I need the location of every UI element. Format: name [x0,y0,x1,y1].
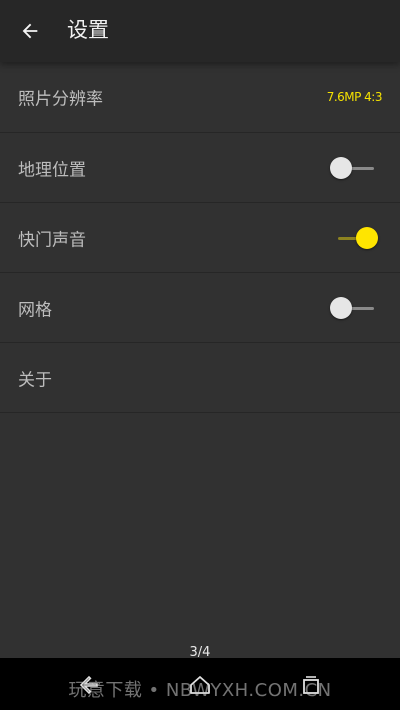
setting-location[interactable]: 地理位置 [0,133,400,203]
setting-about[interactable]: 关于 [0,343,400,413]
arrow-back-icon [22,23,38,39]
setting-grid[interactable]: 网格 [0,273,400,343]
setting-shutter-sound[interactable]: 快门声音 [0,203,400,273]
settings-list: 照片分辨率 7.6MP 4:3 地理位置 快门声音 网格 关于 [0,62,400,413]
system-nav-bar [0,658,400,710]
page-title: 设置 [67,18,109,42]
nav-back-icon [79,675,98,695]
nav-home-icon [190,676,210,694]
setting-label: 照片分辨率 [18,89,103,110]
setting-label: 快门声音 [18,230,86,250]
grid-toggle[interactable] [330,296,374,320]
setting-label: 地理位置 [18,160,86,180]
nav-recents-icon [303,676,319,694]
nav-recents-button[interactable] [296,670,326,700]
toggle-thumb [356,226,378,249]
nav-home-button[interactable] [185,670,215,700]
toggle-thumb [330,156,352,179]
setting-photo-resolution[interactable]: 照片分辨率 7.6MP 4:3 [0,62,400,133]
resolution-value: 7.6MP 4:3 [326,90,383,104]
shutter-sound-toggle[interactable] [334,226,378,250]
nav-back-button[interactable] [74,670,104,700]
top-app-bar: 设置 [0,0,400,62]
page-indicator: 3/4 [189,645,211,660]
back-button[interactable] [12,13,48,49]
toggle-thumb [330,296,352,319]
setting-label: 网格 [18,300,52,320]
location-toggle[interactable] [330,156,374,180]
setting-label: 关于 [18,370,52,390]
